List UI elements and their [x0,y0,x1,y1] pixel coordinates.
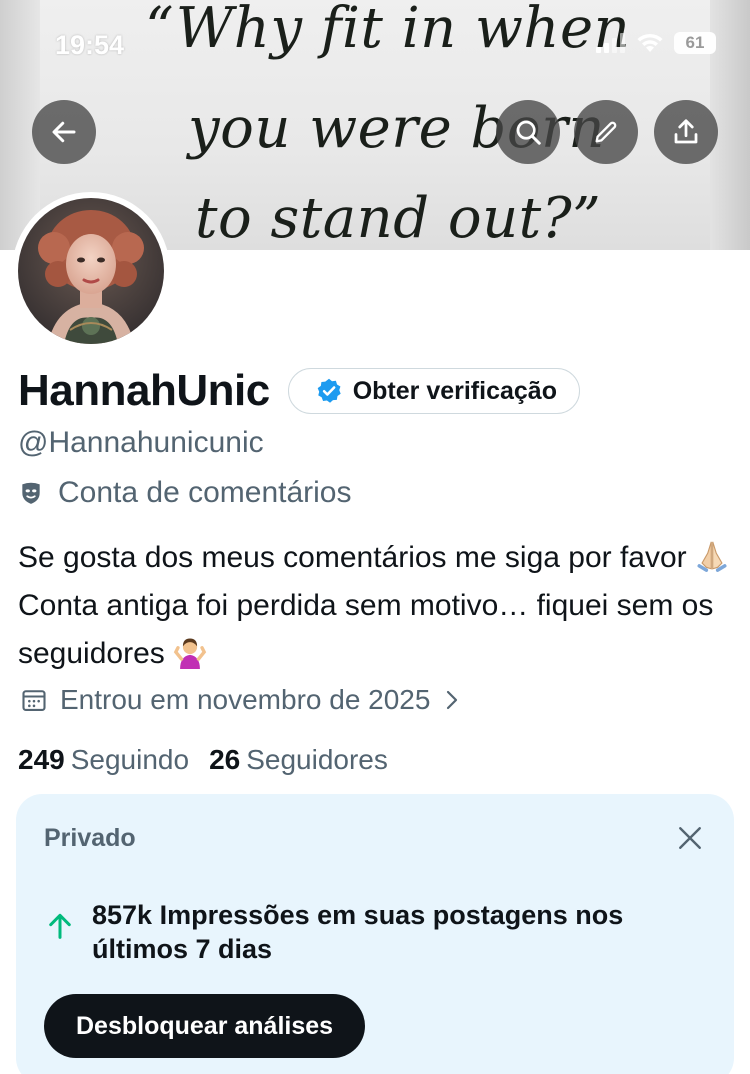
person-shrugging-icon [173,638,207,669]
wifi-icon [637,33,663,52]
following-label: Seguindo [70,744,190,775]
followers-count: 26 [209,744,241,775]
card-title: Privado [44,824,136,852]
status-bar: 19:54 61 [0,22,750,72]
share-icon [674,119,698,144]
avatar-image [18,198,164,344]
chevron-right-icon [447,690,458,710]
quote-line-3: to stand out?” [195,186,602,250]
share-button[interactable] [654,100,718,164]
edit-profile-button[interactable] [574,100,638,164]
profile-category-label: Conta de comentários [58,476,352,509]
display-name: HannahUnic [18,366,270,415]
following-count: 249 [18,744,65,775]
search-button[interactable] [496,100,560,164]
follow-stats: 249 Seguindo 26 Seguidores [18,744,388,776]
following-link[interactable]: 249 Seguindo [18,744,189,776]
joined-date[interactable]: Entrou em novembro de 2025 [20,684,462,716]
battery-icon: 61 [674,32,716,54]
avatar[interactable] [12,192,170,350]
impressions-text: 857k Impressões em suas postagens nos úl… [92,900,624,964]
signal-icon [596,33,625,53]
back-button[interactable] [32,100,96,164]
theater-masks-icon [22,482,40,504]
praying-hands-icon [697,541,727,572]
calendar-icon [22,690,46,711]
unlock-analytics-button[interactable]: Desbloquear análises [44,994,366,1058]
followers-label: Seguidores [246,744,388,775]
arrow-left-icon [52,121,76,143]
get-verified-label: Obter verificação [352,376,557,405]
pencil-icon [595,121,617,143]
close-card-button[interactable] [674,822,706,854]
bio-text-2: Conta antiga foi perdida sem motivo… fiq… [18,589,714,670]
profile-category: Conta de comentários [18,476,352,510]
followers-link[interactable]: 26 Seguidores [209,744,388,776]
status-time: 19:54 [55,30,125,60]
bio-text-1: Se gosta dos meus comentários me siga po… [18,541,687,574]
arrow-up-icon [49,913,71,939]
name-row: HannahUnic Obter verificação [18,366,580,416]
impressions-stat: 857k Impressões em suas postagens nos úl… [46,898,692,966]
user-handle: @Hannahunicunic [18,426,264,459]
joined-date-label: Entrou em novembro de 2025 [60,684,431,715]
private-analytics-card: Privado 857k Impressões em suas postagen… [16,794,734,1074]
profile-bio: Se gosta dos meus comentários me siga po… [18,534,743,678]
search-icon [516,120,541,145]
battery-level: 61 [685,33,705,52]
get-verified-button[interactable]: Obter verificação [287,368,580,414]
verified-badge-icon [317,378,341,403]
close-icon [679,827,701,849]
